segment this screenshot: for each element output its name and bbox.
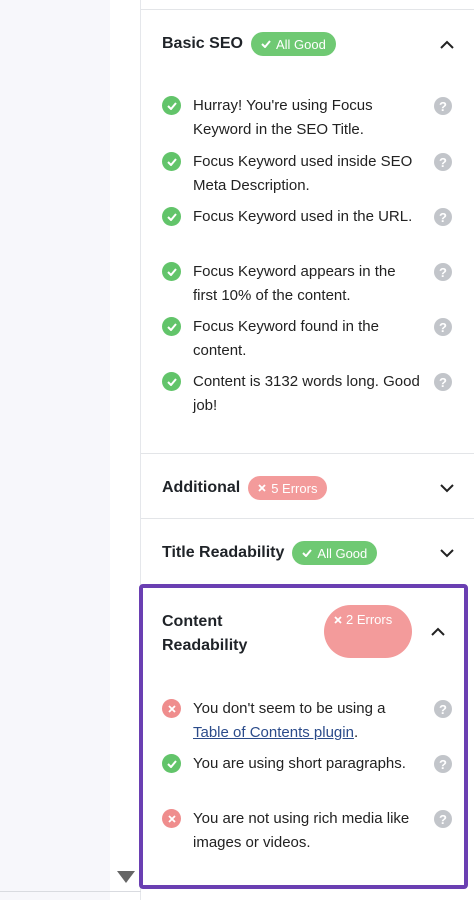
check-item: Focus Keyword appears in the first 10% o… — [162, 260, 457, 308]
x-icon — [258, 484, 266, 492]
check-item-text: Focus Keyword used inside SEO Meta Descr… — [193, 153, 413, 194]
question-circle-icon[interactable]: ? — [434, 318, 452, 336]
x-icon — [334, 616, 342, 624]
question-circle-icon[interactable]: ? — [434, 700, 452, 718]
check-item-text: Hurray! You're using Focus Keyword in th… — [193, 97, 373, 138]
section-title[interactable]: Content Readability — [162, 610, 292, 658]
section-title: Title Readability — [162, 544, 285, 561]
error-badge: 2 Errors — [324, 605, 412, 658]
question-circle-icon[interactable]: ? — [434, 97, 452, 115]
additional-header[interactable]: Additional 5 Errors — [162, 475, 456, 501]
chevron-down-icon[interactable] — [438, 479, 456, 497]
x-circle-icon — [162, 809, 181, 828]
badge-label: 5 Errors — [271, 480, 318, 496]
scroll-down-icon[interactable] — [117, 871, 135, 883]
editor-gutter — [0, 0, 110, 900]
badge-label: All Good — [317, 545, 368, 561]
chevron-down-icon[interactable] — [438, 544, 456, 562]
item-text-part: . — [353, 724, 359, 741]
check-item-text: Content is 3132 words long. Good job! — [193, 373, 420, 414]
error-badge: 5 Errors — [248, 476, 328, 500]
check-circle-icon — [162, 96, 181, 115]
check-item: Content is 3132 words long. Good job! ? — [162, 370, 457, 418]
badge-label: All Good — [275, 36, 326, 52]
item-text-part: You don't seem to be using a — [193, 700, 386, 717]
question-circle-icon[interactable]: ? — [434, 755, 452, 773]
check-item: Focus Keyword found in the content. ? — [162, 315, 457, 363]
status-badge: All Good — [292, 541, 378, 565]
check-item: You don't seem to be using a Table of Co… — [162, 697, 457, 745]
check-item-text: Focus Keyword found in the content. — [193, 318, 379, 359]
section-title: Basic SEO — [162, 35, 243, 52]
check-item: Hurray! You're using Focus Keyword in th… — [162, 94, 457, 142]
check-circle-icon — [162, 317, 181, 336]
check-item: Focus Keyword used inside SEO Meta Descr… — [162, 150, 457, 198]
check-circle-icon — [162, 372, 181, 391]
question-circle-icon[interactable]: ? — [434, 153, 452, 171]
check-item-text: You are not using rich media like images… — [193, 810, 410, 851]
check-item-text: You don't seem to be using a Table of Co… — [193, 697, 423, 745]
check-circle-icon — [162, 207, 181, 226]
check-icon — [261, 40, 271, 48]
question-circle-icon[interactable]: ? — [434, 373, 452, 391]
check-circle-icon — [162, 152, 181, 171]
check-circle-icon — [162, 754, 181, 773]
editor-strip — [110, 0, 141, 900]
check-item: Focus Keyword used in the URL. ? — [162, 205, 457, 253]
check-item: You are using short paragraphs. ? — [162, 752, 457, 800]
section-divider — [141, 518, 474, 519]
chevron-up-icon[interactable] — [438, 35, 456, 53]
status-badge: All Good — [250, 32, 336, 56]
panel-top-divider — [141, 9, 474, 10]
section-title: Additional — [162, 479, 241, 496]
question-circle-icon[interactable]: ? — [434, 810, 452, 828]
check-item-text: Focus Keyword appears in the first 10% o… — [193, 263, 396, 304]
check-icon — [302, 549, 313, 557]
table-of-contents-link[interactable]: Table of Contents plugin — [193, 724, 354, 741]
question-circle-icon[interactable]: ? — [434, 263, 452, 281]
x-circle-icon — [162, 699, 181, 718]
check-item-text: You are using short paragraphs. — [193, 755, 406, 772]
basic-seo-header[interactable]: Basic SEO All Good — [162, 31, 456, 57]
check-circle-icon — [162, 262, 181, 281]
check-item: You are not using rich media like images… — [162, 807, 457, 855]
question-circle-icon[interactable]: ? — [434, 208, 452, 226]
title-readability-header[interactable]: Title Readability All Good — [162, 540, 456, 566]
chevron-up-icon[interactable] — [429, 622, 447, 640]
badge-label: 2 Errors — [346, 612, 393, 627]
section-divider — [141, 453, 474, 454]
check-item-text: Focus Keyword used in the URL. — [193, 208, 413, 225]
